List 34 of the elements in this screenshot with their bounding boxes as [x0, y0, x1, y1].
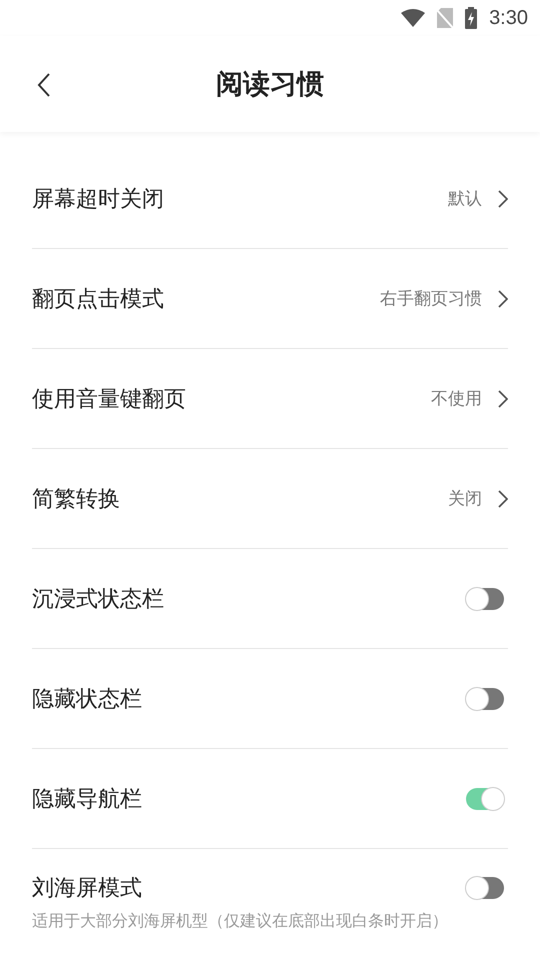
settings-row[interactable]: 隐藏状态栏	[32, 649, 508, 749]
setting-label: 使用音量键翻页	[32, 386, 187, 414]
status-time: 3:30	[489, 6, 528, 30]
settings-row[interactable]: 翻页点击模式 右手翻页习惯	[32, 249, 508, 349]
setting-description: 适用于大部分刘海屏机型（仅建议在底部出现白条时开启）	[32, 911, 449, 931]
toggle-switch[interactable]	[466, 877, 504, 899]
chevron-right-icon	[498, 290, 508, 308]
battery-charging-icon	[465, 7, 478, 29]
setting-label: 沉浸式状态栏	[32, 586, 165, 614]
settings-row[interactable]: 隐藏导航栏	[32, 749, 508, 849]
settings-row[interactable]: 屏幕超时关闭 默认	[32, 149, 508, 249]
settings-row[interactable]: 刘海屏模式 适用于大部分刘海屏机型（仅建议在底部出现白条时开启）	[32, 849, 508, 931]
setting-value: 关闭	[448, 488, 482, 510]
chevron-right-icon	[498, 490, 508, 508]
setting-label: 隐藏状态栏	[32, 686, 143, 714]
page-title: 阅读习惯	[216, 68, 324, 102]
chevron-right-icon	[498, 390, 508, 408]
toggle-switch[interactable]	[466, 588, 504, 610]
settings-row[interactable]: 沉浸式状态栏	[32, 549, 508, 649]
setting-value: 默认	[448, 188, 482, 210]
setting-label: 屏幕超时关闭	[32, 186, 165, 214]
settings-row[interactable]: 使用音量键翻页 不使用	[32, 349, 508, 449]
setting-label: 简繁转换	[32, 486, 121, 514]
no-sim-icon	[437, 8, 454, 28]
setting-label: 翻页点击模式	[32, 286, 165, 314]
toggle-switch[interactable]	[466, 788, 504, 810]
setting-label: 刘海屏模式	[32, 875, 143, 903]
settings-row[interactable]: 简繁转换 关闭	[32, 449, 508, 549]
setting-value: 右手翻页习惯	[380, 288, 482, 310]
chevron-right-icon	[498, 190, 508, 208]
setting-value: 不使用	[431, 388, 482, 410]
setting-label: 隐藏导航栏	[32, 786, 143, 814]
toggle-switch[interactable]	[466, 688, 504, 710]
wifi-icon	[401, 9, 426, 27]
